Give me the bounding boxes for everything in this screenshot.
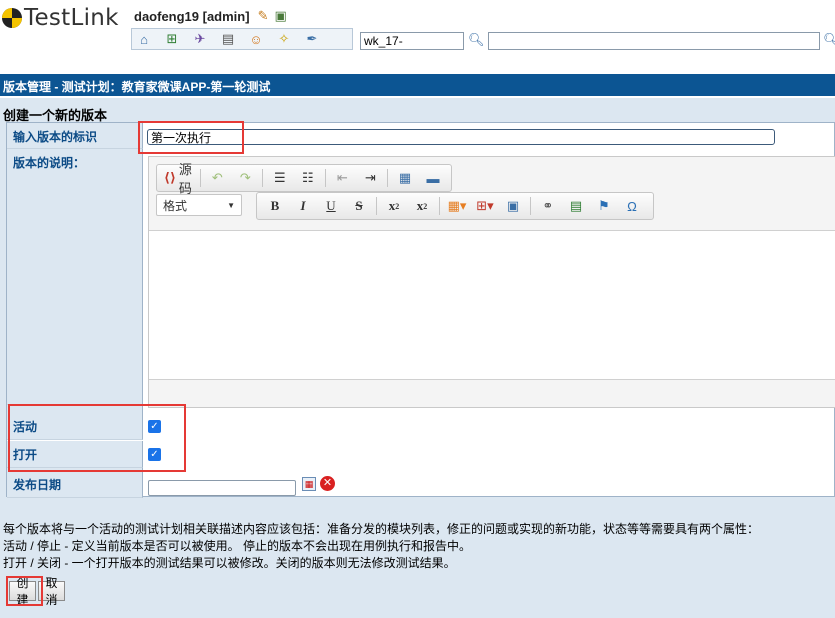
editor-toolbar-row-1: ⟨⟩ 源码 ↶ ↷ ☰ ☷ ⇤ ⇥ ▦ ▬ [156,162,452,196]
test-case-id-input[interactable] [360,32,464,50]
build-form: 输入版本的标识 版本的说明： 活动 打开 发布日期 ⟨⟩ 源码 ↶ ↷ ☰ [6,122,835,498]
image-icon[interactable]: ▣ [502,195,524,217]
separator [387,169,389,187]
embed-icon[interactable]: ▤ [565,195,587,217]
create-button[interactable]: 创建 [9,576,36,607]
test-spec-icon[interactable]: ✈ [191,31,209,47]
source-button[interactable]: ⟨⟩ 源码 [164,162,194,196]
editor-content-area[interactable] [149,231,835,381]
italic-icon[interactable]: I [292,195,314,217]
release-date-input[interactable] [148,480,296,496]
release-date-label: 发布日期 [7,471,143,498]
redo-icon[interactable]: ↷ [234,167,256,189]
help-text: 每个版本将与一个活动的测试计划相关联描述内容应该包括：准备分发的模块列表，修正的… [3,521,833,572]
editor-toolbar-row-2: B I U S x2 x2 ▦▾ ⊞▾ ▣ ⚭ ▤ ⚑ Ω [256,192,654,220]
table-icon[interactable]: ⊞▾ [474,195,496,217]
label-gap [7,405,143,413]
separator [530,197,531,215]
chevron-down-icon: ▼ [227,200,235,210]
execute-icon[interactable]: ▤ [219,31,237,47]
build-id-input[interactable] [147,129,775,145]
description-editor: ⟨⟩ 源码 ↶ ↷ ☰ ☷ ⇤ ⇥ ▦ ▬ 格式 ▼ B I U S x 2 x… [148,156,835,408]
events-icon[interactable]: ✧ [275,31,293,47]
header: TestLink daofeng19 [admin] ✎ ▣ ⌂ ⊞ ✈ ▤ ☺… [0,0,835,70]
cancel-button[interactable]: 取消 [38,576,65,607]
source-button-label: 源码 [178,162,192,196]
active-label: 活动 [7,413,143,440]
strikethrough-icon[interactable]: S [348,195,370,217]
separator [376,197,377,215]
personal-settings-icon[interactable]: ✎ [258,8,269,24]
page-title: 版本管理 - 测试计划：教育家微课APP-第一轮测试 [0,74,835,96]
search-icon[interactable]: 🔍︎ [468,32,485,48]
source-icon: ⟨⟩ [164,170,176,185]
separator [324,169,326,187]
bold-icon[interactable]: B [264,195,286,217]
table-insert-icon[interactable]: ▦ [394,167,416,189]
editor-toolbar: ⟨⟩ 源码 ↶ ↷ ☰ ☷ ⇤ ⇥ ▦ ▬ 格式 ▼ B I U S x 2 x… [149,157,835,231]
search-input[interactable] [488,32,820,50]
undo-icon[interactable]: ↶ [206,167,228,189]
testlink-logo[interactable]: TestLink [2,4,119,32]
settings-icon[interactable]: ✒ [303,31,321,47]
build-id-label: 输入版本的标识 [7,123,143,149]
help-line-2: 活动 / 停止 - 定义当前版本是否可以被使用。 停止的版本不会出现在用例执行和… [3,539,472,553]
help-line-1: 每个版本将与一个活动的测试计划相关联描述内容应该包括：准备分发的模块列表，修正的… [3,522,760,536]
anchor-flag-icon[interactable]: ⚑ [593,195,615,217]
requirements-icon[interactable]: ⊞ [163,31,181,47]
build-description-label: 版本的说明： [7,149,143,405]
format-select-label: 格式 [163,198,188,213]
outdent-icon[interactable]: ⇤ [331,167,353,189]
logo-icon [2,8,22,28]
underline-icon[interactable]: U [320,195,342,217]
separator [439,197,440,215]
numbered-list-icon[interactable]: ☰ [269,167,291,189]
subscript-icon[interactable]: x2 [383,195,405,217]
link-icon[interactable]: ⚭ [537,195,559,217]
home-icon[interactable]: ⌂ [135,31,153,47]
search-icon-2[interactable]: 🔍︎ [823,32,835,48]
bulleted-list-icon[interactable]: ☷ [297,167,319,189]
indent-icon[interactable]: ⇥ [359,167,381,189]
open-label: 打开 [7,441,143,468]
format-select[interactable]: 格式 ▼ [156,194,242,216]
build-form-panel: 创建一个新的版本 输入版本的标识 版本的说明： 活动 打开 发布日期 ⟨⟩ 源码… [0,98,835,618]
open-checkbox[interactable]: ✓ [148,448,161,461]
user-name: daofeng19 [admin] [134,8,250,24]
calendar-icon[interactable]: ▦ [302,477,316,491]
active-checkbox[interactable]: ✓ [148,420,161,433]
superscript-icon[interactable]: x2 [411,195,433,217]
clear-date-icon[interactable]: ✕ [320,476,335,491]
separator [199,169,201,187]
special-char-icon[interactable]: Ω [621,195,643,217]
logo-text: TestLink [24,5,119,31]
main-toolbar: ⌂ ⊞ ✈ ▤ ☺ ✧ ✒ [131,28,353,50]
horizontal-rule-icon[interactable]: ▬ [422,167,444,189]
help-line-3: 打开 / 关闭 - 一个打开版本的测试结果可以被修改。关闭的版本则无法修改测试结… [3,556,456,570]
user-management-icon[interactable]: ☺ [247,31,265,47]
editor-status-bar [149,379,835,407]
logout-icon[interactable]: ▣ [274,8,286,24]
separator [262,169,263,187]
text-color-icon[interactable]: ▦▾ [446,195,468,217]
user-info: daofeng19 [admin] ✎ ▣ [134,8,287,24]
